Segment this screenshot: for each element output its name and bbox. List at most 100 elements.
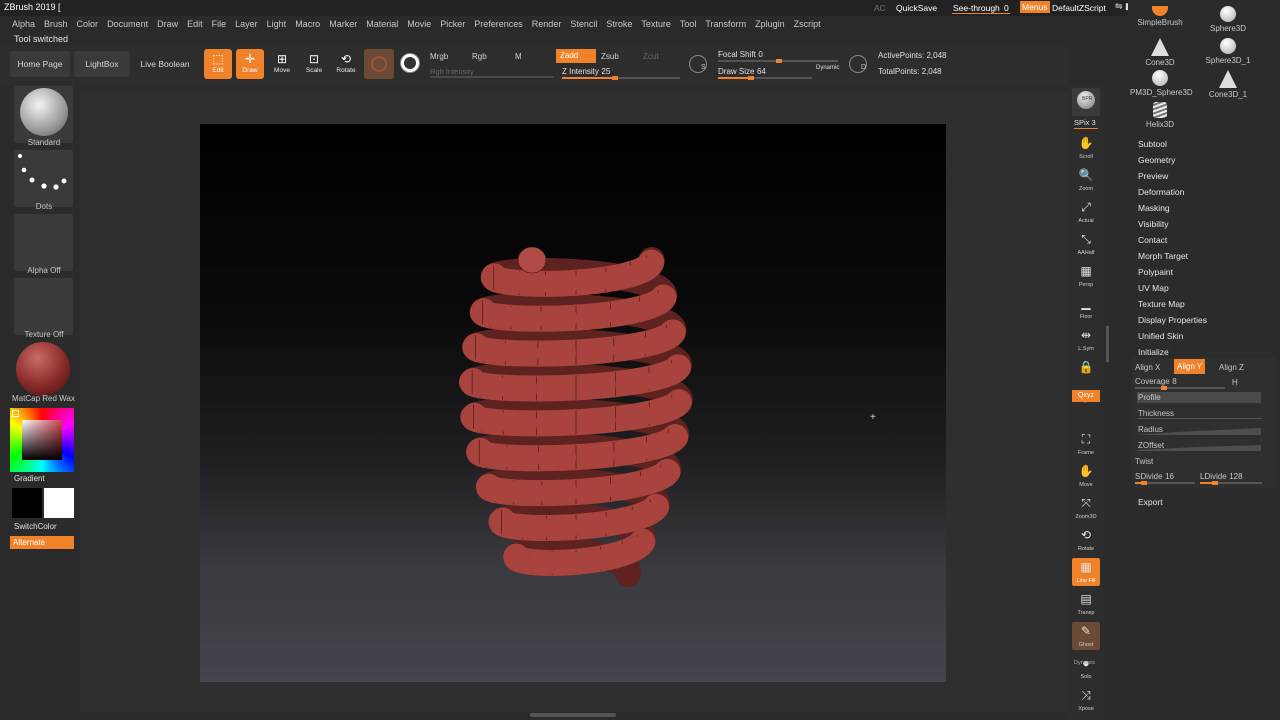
default-zscript-button[interactable]: DefaultZScript: [1052, 3, 1106, 13]
menu-alpha[interactable]: Alpha: [12, 16, 35, 32]
viewport-canvas[interactable]: +: [200, 124, 946, 682]
menu-marker[interactable]: Marker: [329, 16, 357, 32]
draw-mode-button[interactable]: ✛ Draw: [236, 49, 264, 79]
sdivide-slider[interactable]: SDivide 16: [1135, 471, 1195, 485]
tool-thumb-cone3d[interactable]: Cone3D: [1130, 38, 1190, 67]
texture-thumbnail[interactable]: [14, 278, 73, 335]
radius-curve[interactable]: Radius: [1137, 424, 1261, 435]
brush-thumbnail[interactable]: [14, 86, 73, 143]
zadd-button[interactable]: Zadd: [556, 49, 596, 63]
home-page-button[interactable]: Home Page: [10, 51, 70, 77]
quicksave-button[interactable]: QuickSave: [896, 3, 937, 13]
aahalf-button[interactable]: ⤡ AAHalf: [1072, 230, 1100, 258]
section-visibility[interactable]: Visibility: [1138, 219, 1169, 229]
main-color-swatch[interactable]: [12, 488, 42, 518]
secondary-color-swatch[interactable]: [44, 488, 74, 518]
move-mode-button[interactable]: ⊞ Move: [268, 49, 296, 79]
tool-thumb-pm3d-sphere3d[interactable]: PM3D_Sphere3D: [1130, 70, 1193, 97]
alpha-thumbnail[interactable]: [14, 214, 73, 271]
line-fill-button[interactable]: ▦ Line Fill: [1072, 558, 1100, 586]
menu-zscript[interactable]: Zscript: [794, 16, 821, 32]
lazy-mouse-s-icon[interactable]: S: [689, 55, 707, 73]
menu-zplugin[interactable]: Zplugin: [755, 16, 785, 32]
bottom-tray-handle[interactable]: [530, 713, 616, 717]
menu-layer[interactable]: Layer: [235, 16, 258, 32]
menu-render[interactable]: Render: [532, 16, 562, 32]
menu-material[interactable]: Material: [366, 16, 398, 32]
section-deformation[interactable]: Deformation: [1138, 187, 1184, 197]
lightbox-button[interactable]: LightBox: [74, 51, 130, 77]
material-swatch-button[interactable]: [364, 49, 394, 79]
zsub-button[interactable]: Zsub: [601, 52, 619, 61]
mrgb-button[interactable]: Mrgb: [430, 52, 448, 61]
tool-thumb-simplebrush[interactable]: SimpleBrush: [1130, 6, 1190, 27]
twist-label[interactable]: Twist: [1135, 457, 1153, 466]
menu-preferences[interactable]: Preferences: [474, 16, 523, 32]
section-texture-map[interactable]: Texture Map: [1138, 299, 1185, 309]
alternate-button[interactable]: Alternate: [10, 536, 74, 549]
z-intensity-slider[interactable]: Z Intensity 25: [562, 66, 682, 80]
menu-light[interactable]: Light: [267, 16, 287, 32]
gradient-sphere-icon[interactable]: [400, 53, 420, 73]
tool-thumb-sphere3d[interactable]: Sphere3D: [1198, 6, 1258, 33]
menu-edit[interactable]: Edit: [187, 16, 203, 32]
menu-texture[interactable]: Texture: [641, 16, 671, 32]
menu-transform[interactable]: Transform: [705, 16, 746, 32]
rotate-mode-button[interactable]: ⟲ Rotate: [332, 49, 360, 79]
solo-button[interactable]: ● Solo: [1072, 654, 1100, 682]
move-button[interactable]: ✋ Move: [1072, 462, 1100, 490]
menu-macro[interactable]: Macro: [295, 16, 320, 32]
menu-color[interactable]: Color: [77, 16, 99, 32]
see-through-slider[interactable]: See-through 0: [950, 1, 1012, 15]
rotate-button[interactable]: ⟲ Rotate: [1072, 526, 1100, 554]
dynamic-d-icon[interactable]: D: [849, 55, 867, 73]
rgb-button[interactable]: Rgb: [472, 52, 487, 61]
color-picker-square[interactable]: [22, 420, 62, 460]
section-geometry[interactable]: Geometry: [1138, 155, 1175, 165]
gradient-label[interactable]: Gradient: [14, 474, 45, 483]
bpr-button[interactable]: BPR: [1072, 88, 1100, 116]
xpose-button[interactable]: ⤨ Xpose: [1072, 686, 1100, 714]
menu-stroke[interactable]: Stroke: [606, 16, 632, 32]
section-polypaint[interactable]: Polypaint: [1138, 267, 1173, 277]
spix-control[interactable]: SPix 3: [1074, 118, 1096, 127]
helix-mesh[interactable]: [200, 124, 946, 682]
tool-thumb-sphere3d-1[interactable]: Sphere3D_1: [1198, 38, 1258, 65]
zoom-button[interactable]: 🔍 Zoom: [1072, 166, 1100, 194]
stroke-thumbnail[interactable]: [14, 150, 73, 207]
export-button[interactable]: Export: [1138, 497, 1163, 507]
section-contact[interactable]: Contact: [1138, 235, 1167, 245]
zoffset-curve[interactable]: ZOffset: [1137, 440, 1261, 451]
switch-color-button[interactable]: SwitchColor: [14, 522, 57, 531]
color-picker[interactable]: [10, 408, 74, 472]
live-boolean-button[interactable]: Live Boolean: [134, 51, 196, 77]
h-button[interactable]: H: [1232, 378, 1238, 387]
zoom3d-button[interactable]: ⤧ Zoom3D: [1072, 494, 1100, 522]
menus-toggle[interactable]: Menus: [1020, 1, 1050, 13]
m-button[interactable]: M: [515, 52, 522, 61]
section-masking[interactable]: Masking: [1138, 203, 1170, 213]
xyz-symmetry-button[interactable]: Qxyz: [1072, 390, 1100, 402]
scroll-button[interactable]: ✋ Scroll: [1072, 134, 1100, 162]
floor-button[interactable]: ▁ Floor: [1072, 294, 1100, 322]
rgb-intensity-slider[interactable]: [430, 76, 554, 78]
tool-7-button[interactable]: 🔒: [1072, 358, 1100, 386]
align-x-button[interactable]: Align X: [1135, 363, 1160, 372]
menu-document[interactable]: Document: [107, 16, 148, 32]
material-thumbnail[interactable]: [14, 342, 73, 399]
ldivide-slider[interactable]: LDivide 128: [1200, 471, 1264, 485]
dynamic-toggle[interactable]: Dynamic: [816, 65, 839, 71]
ghost-button[interactable]: ✎ Ghost: [1072, 622, 1100, 650]
thickness-curve[interactable]: Thickness: [1137, 408, 1261, 419]
right-scrollbar[interactable]: [1106, 326, 1109, 362]
ac-label[interactable]: AC: [874, 3, 886, 13]
tool-thumb-cone3d-1[interactable]: Cone3D_1: [1198, 70, 1258, 99]
menu-draw[interactable]: Draw: [157, 16, 178, 32]
section-morph-target[interactable]: Morph Target: [1138, 251, 1188, 261]
coverage-slider[interactable]: Coverage 8: [1135, 376, 1225, 390]
edit-mode-button[interactable]: ⬚ Edit: [204, 49, 232, 79]
menu-picker[interactable]: Picker: [440, 16, 465, 32]
actual-button[interactable]: ⤢ Actual: [1072, 198, 1100, 226]
profile-curve[interactable]: Profile: [1137, 392, 1261, 403]
menu-brush[interactable]: Brush: [44, 16, 68, 32]
